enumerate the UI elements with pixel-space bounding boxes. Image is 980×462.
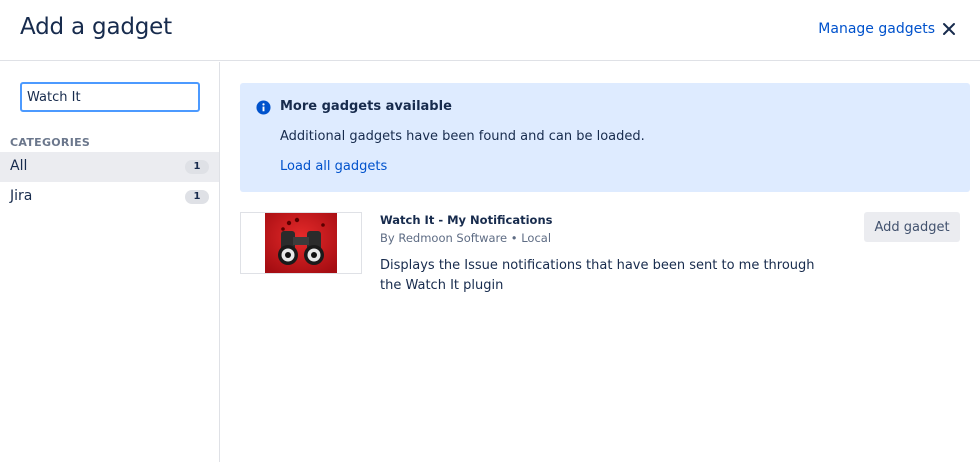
add-gadget-button[interactable]: Add gadget <box>864 212 960 242</box>
category-label: All <box>10 158 28 174</box>
page-title: Add a gadget <box>20 14 172 40</box>
category-item-jira[interactable]: Jira 1 <box>0 182 219 212</box>
manage-gadgets-link[interactable]: Manage gadgets <box>818 21 935 37</box>
gadget-meta: By Redmoon Software • Local <box>380 231 552 245</box>
info-title: More gadgets available <box>280 99 452 114</box>
category-count-badge: 1 <box>185 190 209 204</box>
close-button[interactable] <box>940 18 958 40</box>
sidebar: CATEGORIES All 1 Jira 1 <box>0 62 220 462</box>
category-item-all[interactable]: All 1 <box>0 152 219 182</box>
close-icon <box>943 23 955 35</box>
search-input[interactable] <box>20 82 200 112</box>
category-label: Jira <box>10 188 33 204</box>
gadget-thumbnail <box>240 212 362 274</box>
load-all-gadgets-link[interactable]: Load all gadgets <box>280 159 387 174</box>
binoculars-icon <box>265 213 337 273</box>
info-banner: More gadgets available Additional gadget… <box>240 83 970 192</box>
category-count-badge: 1 <box>185 160 209 174</box>
info-description: Additional gadgets have been found and c… <box>280 129 645 144</box>
gadget-title: Watch It - My Notifications <box>380 213 553 227</box>
gadget-description: Displays the Issue notifications that ha… <box>380 258 815 293</box>
info-icon <box>256 100 271 115</box>
categories-heading: CATEGORIES <box>10 136 91 149</box>
dialog-header: Add a gadget Manage gadgets <box>0 0 980 61</box>
